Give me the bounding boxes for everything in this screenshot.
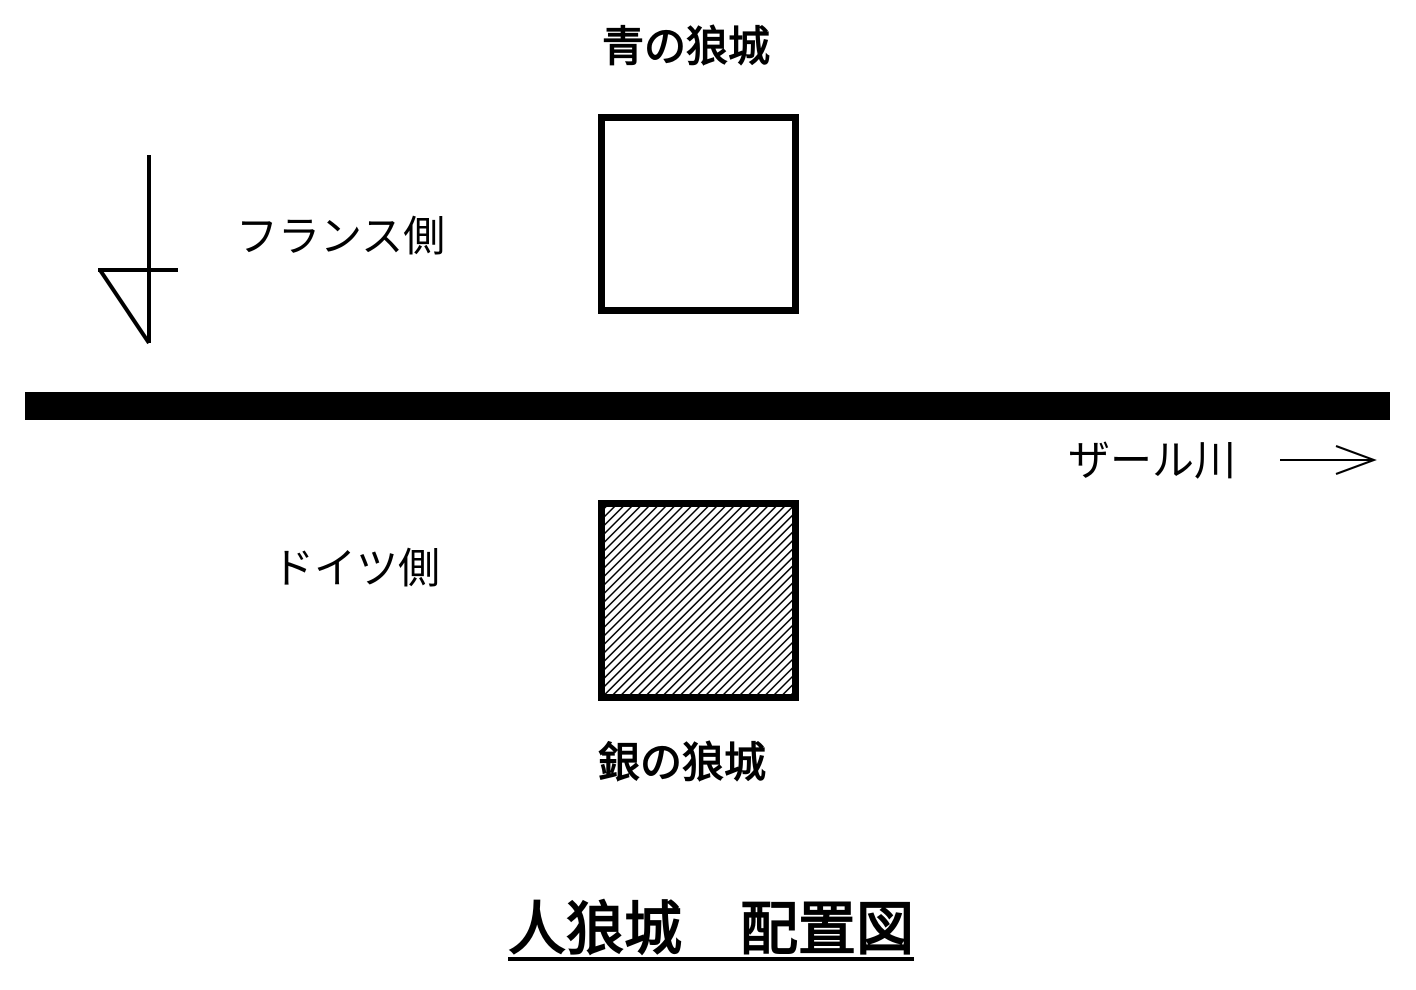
north-arrow-icon bbox=[98, 155, 178, 345]
blue-castle-label: 青の狼城 bbox=[602, 22, 771, 71]
blue-castle-marker bbox=[598, 114, 799, 314]
france-side-label: フランス側 bbox=[236, 212, 446, 261]
river-label: ザール川 bbox=[1068, 436, 1237, 485]
castle-layout-map bbox=[25, 114, 1390, 701]
right-arrow-icon bbox=[1280, 445, 1377, 475]
silver-castle-marker bbox=[598, 500, 799, 701]
map-title: 人狼城 配置図 bbox=[508, 895, 915, 963]
silver-castle-label: 銀の狼城 bbox=[598, 738, 767, 787]
saar-river-line bbox=[25, 392, 1390, 420]
germany-side-label: ドイツ側 bbox=[272, 544, 441, 593]
